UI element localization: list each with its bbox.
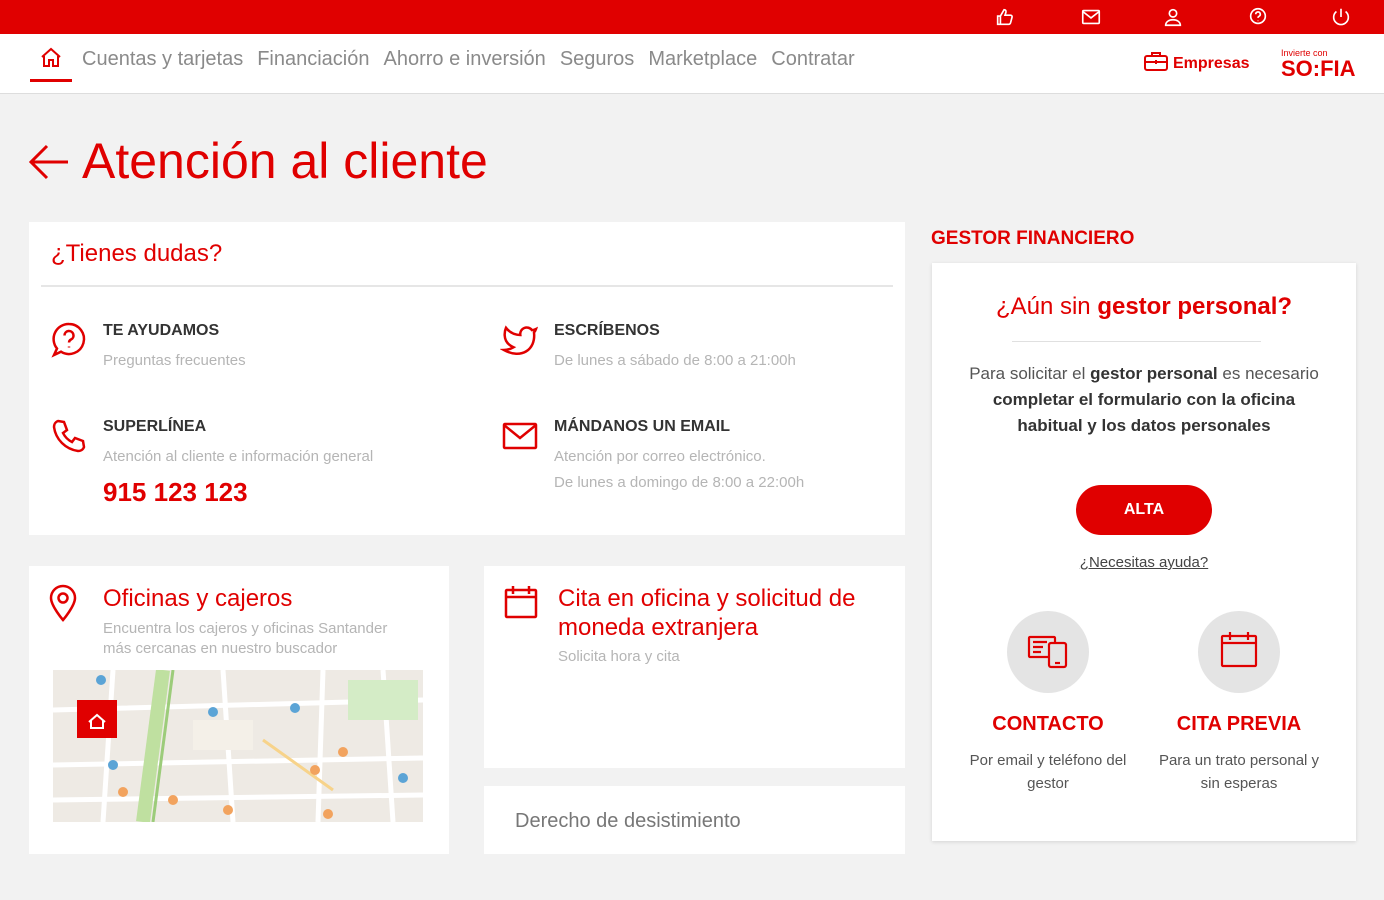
escribenos-label: ESCRÍBENOS — [554, 322, 660, 339]
back-arrow-icon[interactable] — [28, 143, 70, 181]
envelope-icon — [500, 416, 540, 456]
gestor-desc-4: completar el formulario con la oficina h… — [992, 390, 1296, 435]
contacto-title[interactable]: CONTACTO — [953, 713, 1143, 736]
gestor-question-pre: ¿Aún sin — [995, 293, 1098, 320]
home-tab[interactable] — [30, 46, 72, 82]
divider — [1012, 341, 1261, 342]
cita-previa-sub: Para un trato personal y sin esperas — [1144, 749, 1334, 795]
gestor-card: ¿Aún sin gestor personal? Para solicitar… — [932, 263, 1356, 841]
gestor-desc-3: es necesario — [1217, 364, 1319, 383]
cita-previa-sub-1: Para un trato personal y — [1158, 752, 1320, 769]
gestor-question: ¿Aún sin gestor personal? — [932, 293, 1356, 321]
te-ayudamos-sub: Preguntas frecuentes — [103, 352, 246, 369]
question-bubble-icon — [49, 320, 89, 360]
nav-item-seguros[interactable]: Seguros — [560, 48, 635, 71]
derecho-label: Derecho de desistimiento — [515, 810, 741, 832]
alta-button[interactable]: ALTA — [1076, 485, 1212, 535]
page-title: Atención al cliente — [82, 133, 488, 189]
contacto-sub-2: gestor — [1027, 775, 1069, 792]
cita-previa-button[interactable] — [1198, 611, 1280, 693]
email-sub-hours: De lunes a domingo de 8:00 a 22:00h — [554, 474, 805, 491]
contacto-button[interactable] — [1007, 611, 1089, 693]
divider — [41, 285, 893, 287]
thumbs-up-icon[interactable] — [994, 6, 1016, 28]
oficinas-sub-2: más cercanas en nuestro buscador — [103, 640, 338, 657]
user-icon[interactable] — [1162, 6, 1184, 28]
contacto-sub-1: Por email y teléfono del — [969, 752, 1127, 769]
email-label: MÁNDANOS UN EMAIL — [554, 418, 730, 435]
main-nav: Cuentas y tarjetas Financiación Ahorro e… — [0, 34, 1384, 94]
escribenos-item[interactable]: ESCRÍBENOS De lunes a sábado de 8:00 a 2… — [499, 320, 890, 380]
dudas-card: ¿Tienes dudas? TE AYUDAMOS Preguntas fre… — [29, 222, 905, 535]
gestor-question-bold: gestor personal? — [1097, 293, 1293, 320]
oficinas-card[interactable]: Oficinas y cajeros Encuentra los cajeros… — [29, 566, 449, 854]
calendar-icon — [1217, 628, 1261, 677]
dudas-heading: ¿Tienes dudas? — [51, 240, 223, 267]
help-icon[interactable] — [1247, 6, 1269, 28]
nav-item-marketplace[interactable]: Marketplace — [648, 48, 757, 71]
home-icon — [39, 46, 63, 79]
cita-sub: Solicita hora y cita — [558, 648, 680, 665]
cita-title-2: moneda extranjera — [558, 614, 759, 641]
superlinea-label: SUPERLÍNEA — [103, 418, 207, 435]
calendar-icon — [503, 584, 539, 620]
mail-icon[interactable] — [1080, 6, 1102, 28]
nav-item-cuentas[interactable]: Cuentas y tarjetas — [82, 48, 243, 71]
gestor-description: Para solicitar el gestor personal es nec… — [962, 361, 1326, 439]
location-pin-icon — [47, 584, 79, 622]
gestor-desc-2: gestor personal — [1090, 364, 1218, 383]
sofia-logo[interactable]: Invierte con SO:FIA — [1281, 48, 1361, 81]
te-ayudamos-item[interactable]: TE AYUDAMOS Preguntas frecuentes — [49, 320, 469, 380]
gestor-desc-1: Para solicitar el — [969, 364, 1091, 383]
twitter-icon — [499, 320, 540, 360]
nav-item-ahorro[interactable]: Ahorro e inversión — [384, 48, 546, 71]
email-sub: Atención por correo electrónico. — [554, 448, 766, 465]
te-ayudamos-label: TE AYUDAMOS — [103, 322, 220, 339]
nav-item-contratar[interactable]: Contratar — [771, 48, 854, 71]
sofia-big-text: SO:FIA — [1281, 56, 1356, 81]
briefcase-icon — [1143, 50, 1169, 77]
empresas-label: Empresas — [1173, 54, 1250, 72]
empresas-link[interactable]: Empresas — [1143, 50, 1250, 77]
cita-previa-sub-2: sin esperas — [1200, 775, 1278, 792]
superlinea-phone[interactable]: 915 123 123 — [103, 477, 248, 508]
cita-card[interactable]: Cita en oficina y solicitud de moneda ex… — [484, 566, 905, 768]
cita-previa-title[interactable]: CITA PREVIA — [1144, 713, 1334, 736]
gestor-heading: GESTOR FINANCIERO — [931, 228, 1135, 249]
nav-item-financiacion[interactable]: Financiación — [257, 48, 369, 71]
oficinas-sub-1: Encuentra los cajeros y oficinas Santand… — [103, 620, 388, 637]
escribenos-sub: De lunes a sábado de 8:00 a 21:00h — [554, 352, 796, 369]
top-bar — [0, 0, 1384, 34]
devices-icon — [1026, 628, 1070, 677]
phone-icon — [49, 416, 89, 456]
derecho-desistimiento-card[interactable]: Derecho de desistimiento — [484, 786, 905, 854]
superlinea-sub: Atención al cliente e información genera… — [103, 448, 374, 465]
ayuda-link[interactable]: ¿Necesitas ayuda? — [932, 554, 1356, 571]
power-icon[interactable] — [1330, 6, 1352, 28]
email-item[interactable]: MÁNDANOS UN EMAIL Atención por correo el… — [500, 416, 890, 496]
map-preview[interactable] — [53, 670, 423, 822]
cita-title-1: Cita en oficina y solicitud de — [558, 585, 856, 612]
contacto-sub: Por email y teléfono del gestor — [953, 749, 1143, 795]
oficinas-title: Oficinas y cajeros — [103, 585, 293, 612]
